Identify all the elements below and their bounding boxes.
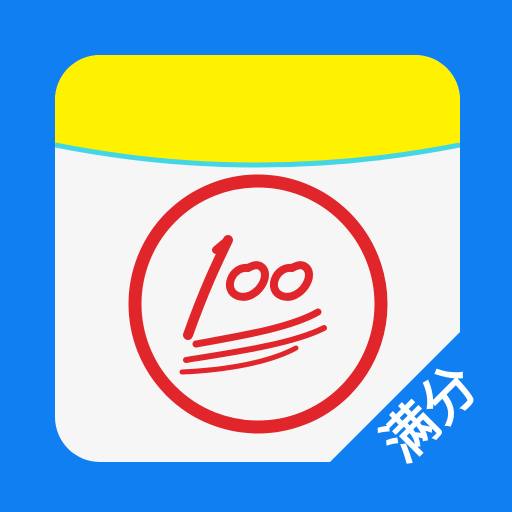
calendar-card-header <box>55 55 460 165</box>
app-icon-graphic: 满分 <box>0 0 512 512</box>
app-icon[interactable]: 满分 <box>0 0 512 512</box>
